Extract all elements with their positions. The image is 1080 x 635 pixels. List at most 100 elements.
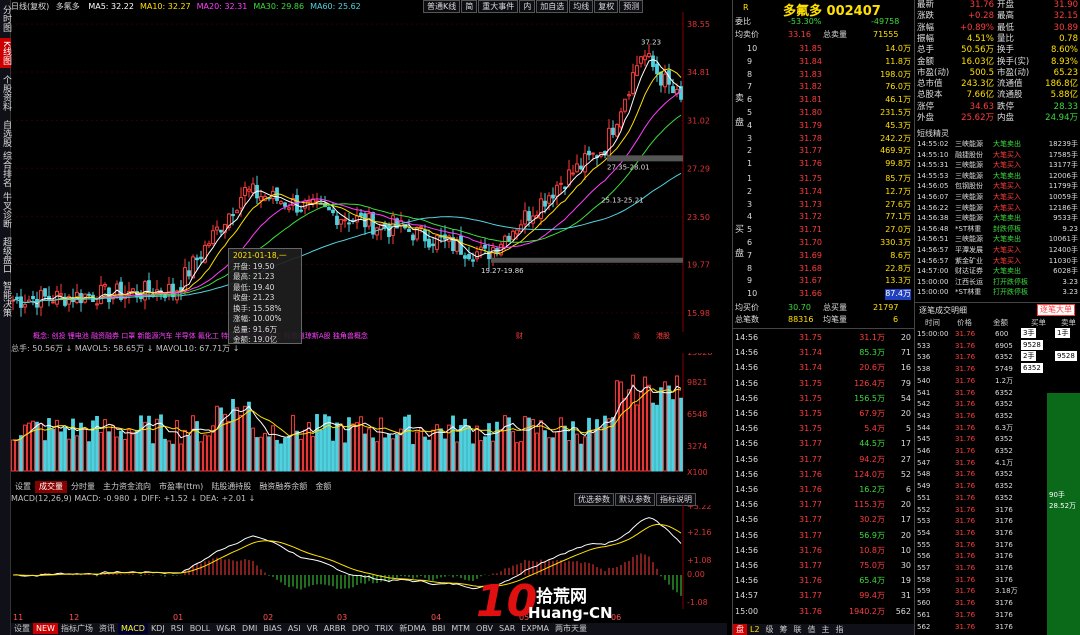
volume-bar[interactable]: [223, 413, 227, 472]
volume-bar[interactable]: [547, 437, 551, 472]
candle-body[interactable]: [251, 183, 255, 194]
volume-bar[interactable]: [679, 397, 683, 472]
trade-row[interactable]: 14:56 31.74 20.6万 16: [733, 361, 913, 374]
book-row[interactable]: 2 31.77 469.9万: [733, 146, 913, 157]
short-news-list[interactable]: 14:55:02 三峡能源 大笔卖出 18239手 14:55:10 融捷股份 大笔买入 17…: [915, 139, 1080, 299]
volume-bar[interactable]: [307, 422, 311, 472]
candle-body[interactable]: [423, 229, 427, 242]
volume-bar[interactable]: [123, 439, 127, 472]
volume-bar[interactable]: [267, 436, 271, 472]
candle-body[interactable]: [259, 196, 263, 202]
candle-body[interactable]: [23, 303, 27, 308]
volume-bar[interactable]: [363, 433, 367, 472]
trade-tab-1[interactable]: L2: [747, 624, 763, 635]
volume-bar[interactable]: [431, 429, 435, 472]
volume-bar[interactable]: [367, 428, 371, 472]
volume-bar[interactable]: [283, 437, 287, 472]
indicator-tab-15[interactable]: TRIX: [372, 623, 396, 634]
volume-bar[interactable]: [579, 443, 583, 472]
trade-row[interactable]: 14:56 31.76 10.8万 10: [733, 544, 913, 557]
candle-body[interactable]: [555, 184, 559, 197]
trade-row[interactable]: 14:56 31.75 67.9万 20: [733, 407, 913, 420]
trade-tab-5[interactable]: 值: [805, 624, 819, 635]
trade-row[interactable]: 14:57 31.77 99.4万 31: [733, 589, 913, 602]
volume-bar[interactable]: [303, 429, 307, 472]
trade-row[interactable]: 14:56 31.77 56.9万 20: [733, 529, 913, 542]
volume-tab-6[interactable]: 融资融券余额: [255, 481, 311, 493]
volume-bar[interactable]: [455, 441, 459, 472]
volume-tab-2[interactable]: 分时量: [67, 481, 99, 493]
volume-bar[interactable]: [651, 402, 655, 472]
volume-bar[interactable]: [599, 426, 603, 472]
news-row[interactable]: 14:56:22 三峡能源 大笔买入 12186手: [915, 203, 1080, 214]
news-row[interactable]: 14:55:53 三峡能源 大笔卖出 12006手: [915, 171, 1080, 182]
volume-bar[interactable]: [667, 385, 671, 472]
candle-body[interactable]: [147, 280, 151, 293]
indicator-tab-3[interactable]: 资讯: [96, 623, 118, 634]
indicator-tab-14[interactable]: DPO: [349, 623, 372, 634]
candle-body[interactable]: [419, 226, 423, 229]
news-row[interactable]: 14:55:10 融捷股份 大笔买入 17585手: [915, 150, 1080, 161]
volume-bar[interactable]: [287, 435, 291, 472]
volume-bar[interactable]: [371, 437, 375, 472]
volume-bar[interactable]: [39, 423, 43, 472]
candle-body[interactable]: [331, 209, 335, 214]
candle-body[interactable]: [215, 226, 219, 231]
volume-bar[interactable]: [387, 433, 391, 472]
candle-body[interactable]: [407, 228, 411, 233]
period-label[interactable]: 日线(复权): [11, 2, 49, 11]
sidebar-tab-7[interactable]: 智能决策: [0, 280, 11, 318]
candle-body[interactable]: [355, 215, 359, 223]
candlestick-chart[interactable]: 38.55 34.81 31.02 27.29 23.50 19.77 15.98 37.23…: [11, 12, 727, 342]
candle-body[interactable]: [411, 234, 415, 241]
tick-row[interactable]: 533 31.76 6905 9528: [915, 339, 1080, 352]
volume-bar[interactable]: [15, 439, 19, 472]
news-row[interactable]: 14:56:07 三峡能源 大笔买入 10059手: [915, 192, 1080, 203]
volume-bar[interactable]: [255, 437, 259, 472]
volume-bar[interactable]: [199, 441, 203, 472]
trade-list[interactable]: 14:56 31.75 31.1万 20 14:56 31.74 85.3万 71 14:56 3…: [733, 328, 915, 624]
volume-bar[interactable]: [535, 432, 539, 472]
volume-bar[interactable]: [167, 440, 171, 472]
volume-bar[interactable]: [179, 443, 183, 472]
indicator-tab-12[interactable]: VR: [304, 623, 321, 634]
book-row[interactable]: 1 31.75 85.7万: [733, 174, 913, 185]
news-row[interactable]: 14:55:31 三峡能源 大笔买入 13177手: [915, 160, 1080, 171]
volume-bar[interactable]: [47, 418, 51, 472]
candle-body[interactable]: [327, 206, 331, 211]
volume-bar[interactable]: [391, 438, 395, 472]
candle-body[interactable]: [287, 207, 291, 210]
volume-bar[interactable]: [155, 418, 159, 472]
volume-bar[interactable]: [67, 438, 71, 472]
candle-body[interactable]: [427, 238, 431, 248]
volume-bar[interactable]: [407, 414, 411, 472]
candle-body[interactable]: [671, 86, 675, 94]
volume-bar[interactable]: [663, 381, 667, 472]
volume-bar[interactable]: [111, 425, 115, 472]
candle-body[interactable]: [103, 283, 107, 287]
volume-bar[interactable]: [587, 417, 591, 472]
volume-bar[interactable]: [615, 380, 619, 472]
sidebar-tab-6[interactable]: 超级盘口: [0, 232, 11, 278]
volume-bar[interactable]: [395, 434, 399, 472]
trade-tab-2[interactable]: 级: [763, 624, 777, 635]
book-row[interactable]: 9 31.84 11.8万: [733, 57, 913, 68]
book-row[interactable]: 8 31.68 22.8万: [733, 264, 913, 275]
candle-body[interactable]: [119, 281, 123, 300]
volume-bar[interactable]: [215, 405, 219, 472]
candle-body[interactable]: [475, 251, 479, 260]
trade-row[interactable]: 14:56 31.77 75.0万 30: [733, 559, 913, 572]
news-row[interactable]: 15:00:00 江西长运 打开跌停板 3.23: [915, 277, 1080, 288]
indicator-tab-17[interactable]: BBI: [429, 623, 448, 634]
candle-body[interactable]: [679, 86, 683, 100]
tick-row[interactable]: 538 31.76 5749 6352: [915, 363, 1080, 375]
book-row[interactable]: 1 31.76 99.8万: [733, 159, 913, 170]
volume-bar[interactable]: [135, 429, 139, 472]
candle-body[interactable]: [639, 56, 643, 64]
volume-bar[interactable]: [443, 438, 447, 472]
macd-chart[interactable]: +3.22 +2.16 +1.08 0.00 -1.08: [11, 505, 727, 613]
book-row[interactable]: 2 31.74 12.7万: [733, 187, 913, 198]
volume-bar[interactable]: [207, 435, 211, 472]
volume-tab-5[interactable]: 陆股通持股: [207, 481, 255, 493]
volume-bar[interactable]: [343, 442, 347, 472]
